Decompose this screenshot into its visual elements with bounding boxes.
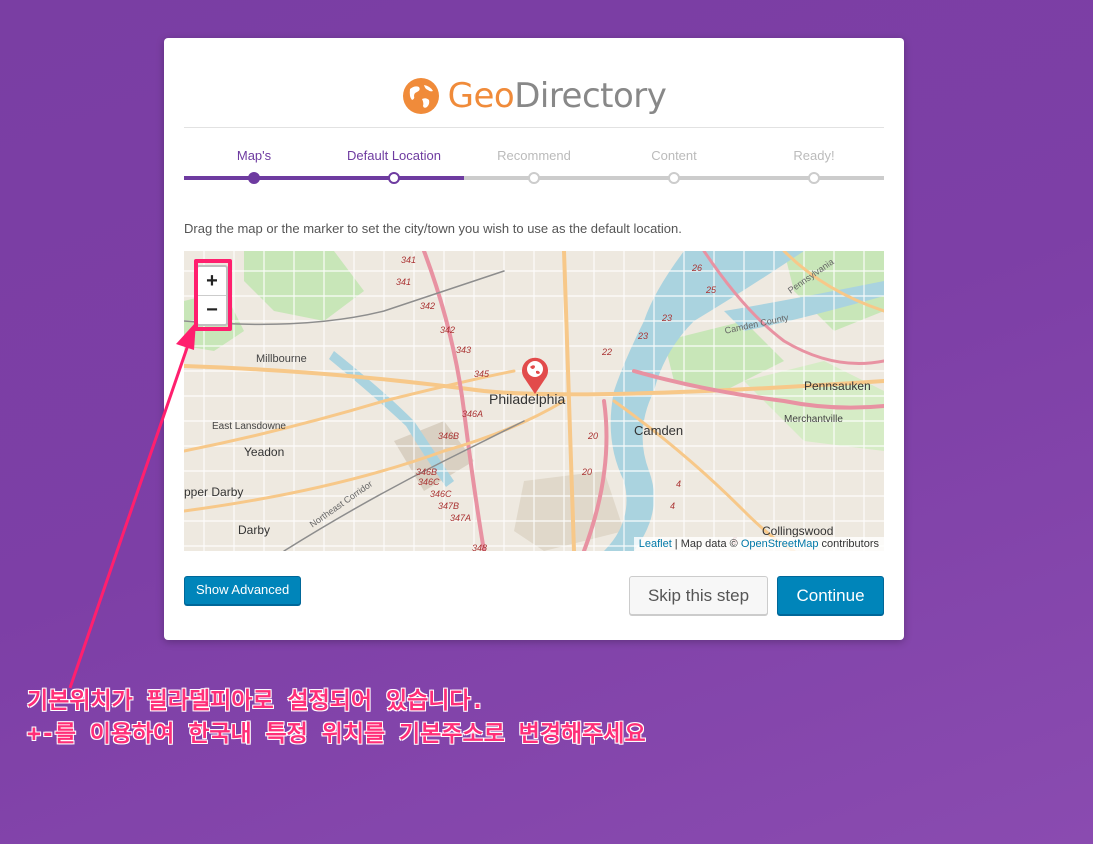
map-route-label: 25 bbox=[706, 285, 717, 295]
annotation-line-2: +-를 이용하여 한국내 특정 위치를 기본주소로 변경해주세요 bbox=[27, 721, 646, 747]
map-route-label: 346A bbox=[462, 409, 484, 419]
step-dot-ready bbox=[808, 172, 820, 184]
osm-link[interactable]: OpenStreetMap bbox=[741, 538, 819, 550]
annotation-line-1: 기본위치가 필라델피아로 설정되어 있습니다. bbox=[27, 688, 485, 714]
zoom-highlight-box bbox=[194, 259, 232, 331]
step-dot-content bbox=[668, 172, 680, 184]
step-label: Default Location bbox=[347, 148, 441, 163]
wizard-steps: Map's Default Location Recommend Content… bbox=[184, 146, 884, 186]
leaflet-link[interactable]: Leaflet bbox=[639, 538, 672, 550]
map-route-label: 342 bbox=[440, 325, 456, 335]
map-route-label: 341 bbox=[396, 277, 412, 287]
map-label-yeadon: Yeadon bbox=[244, 445, 285, 459]
step-label: Recommend bbox=[497, 148, 571, 163]
map-route-label: 345 bbox=[474, 369, 490, 379]
map-marker-icon[interactable] bbox=[520, 355, 550, 395]
map-route-label: 346B bbox=[438, 431, 460, 441]
continue-button[interactable]: Continue bbox=[777, 576, 884, 615]
step-label: Content bbox=[651, 148, 697, 163]
location-map[interactable]: Philadelphia Camden Pennsauken Merchantv… bbox=[184, 251, 884, 551]
instruction-text: Drag the map or the marker to set the ci… bbox=[184, 221, 682, 236]
step-dot-maps bbox=[248, 172, 260, 184]
map-route-label: 20 bbox=[582, 467, 593, 477]
step-label: Map's bbox=[236, 148, 272, 163]
map-label-east-lansdowne: East Lansdowne bbox=[212, 421, 286, 432]
map-label-upper-darby: pper Darby bbox=[184, 485, 244, 499]
map-route-label: 26 bbox=[692, 263, 703, 273]
map-label-darby: Darby bbox=[238, 523, 271, 537]
progress-fill bbox=[184, 176, 464, 180]
step-dot-default-location bbox=[388, 172, 400, 184]
map-route-label: 4 bbox=[676, 479, 682, 489]
attribution-tail: contributors bbox=[818, 538, 879, 550]
map-route-label: 4 bbox=[670, 501, 676, 511]
map-route-label: 347A bbox=[450, 513, 472, 523]
map-route-label: 347B bbox=[438, 501, 460, 511]
map-route-label: 346C bbox=[430, 489, 452, 499]
step-recommend[interactable]: Recommend bbox=[464, 146, 604, 166]
header-divider bbox=[184, 127, 884, 128]
step-dot-recommend bbox=[528, 172, 540, 184]
annotation-note: 기본위치가 필라델피아로 설정되어 있습니다. +-를 이용하여 한국내 특정 위… bbox=[27, 685, 646, 751]
map-route-label: 341 bbox=[401, 255, 417, 265]
map-route-label: 342 bbox=[420, 301, 436, 311]
step-maps[interactable]: Map's bbox=[184, 146, 324, 166]
map-route-label: 343 bbox=[456, 345, 472, 355]
step-content[interactable]: Content bbox=[604, 146, 744, 166]
map-route-label: 22 bbox=[602, 347, 613, 357]
attribution-sep: | Map data © bbox=[671, 538, 741, 550]
map-label-millbourne: Millbourne bbox=[256, 353, 307, 365]
map-route-label: 348 bbox=[472, 543, 488, 551]
map-label-camden: Camden bbox=[634, 423, 684, 438]
show-advanced-button[interactable]: Show Advanced bbox=[184, 576, 302, 605]
map-attribution: Leaflet | Map data © OpenStreetMap contr… bbox=[633, 537, 884, 551]
map-route-label: 20 bbox=[588, 431, 599, 441]
map-label-collingswood: Collingswood bbox=[762, 524, 834, 538]
map-label-merchantville: Merchantville bbox=[784, 414, 843, 425]
geodirectory-logo: GeoDirectory bbox=[164, 74, 904, 118]
globe-logo-icon bbox=[402, 78, 439, 114]
map-route-label: 23 bbox=[638, 331, 649, 341]
logo-text-directory: Directory bbox=[514, 76, 667, 116]
map-route-label: 23 bbox=[662, 313, 673, 323]
step-default-location[interactable]: Default Location bbox=[324, 146, 464, 166]
logo-text-geo: Geo bbox=[447, 76, 515, 116]
setup-wizard-card: GeoDirectory Map's Default Location Reco… bbox=[164, 38, 904, 640]
step-ready[interactable]: Ready! bbox=[744, 146, 884, 166]
skip-step-button[interactable]: Skip this step bbox=[629, 576, 768, 615]
map-route-label: 346B bbox=[416, 467, 438, 477]
map-route-label: 346C bbox=[418, 477, 440, 487]
step-label: Ready! bbox=[793, 148, 835, 163]
map-label-pennsauken: Pennsauken bbox=[804, 379, 871, 393]
